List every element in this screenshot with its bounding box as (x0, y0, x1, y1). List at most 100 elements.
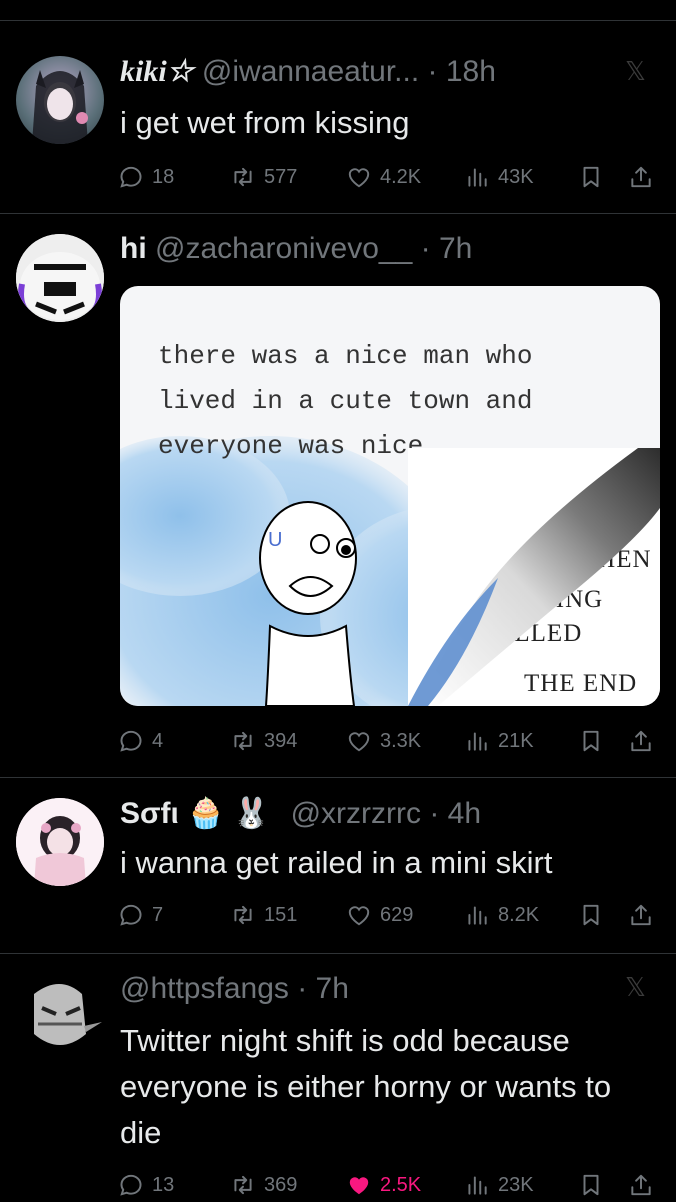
reply-icon (118, 902, 144, 928)
reply-count: 18 (152, 165, 175, 188)
tweet-actions: 13 369 2.5K 23K (118, 1168, 658, 1202)
share-button[interactable] (628, 160, 654, 194)
share-icon (628, 728, 654, 754)
tweet-3[interactable]: Sσfι 🧁 🐰 @xrzrzrrc · 4h i wanna get rail… (0, 778, 676, 952)
avatar[interactable] (16, 56, 104, 144)
timestamp[interactable]: · 7h (421, 232, 473, 265)
views-button[interactable]: 23K (464, 1168, 534, 1202)
tweet-actions: 7 151 629 8.2K (118, 898, 658, 932)
display-name[interactable]: hi (120, 232, 147, 265)
like-button[interactable]: 3.3K (346, 724, 421, 758)
views-button[interactable]: 43K (464, 160, 534, 194)
tweet-text: i get wet from kissing (120, 105, 410, 140)
tweet-header: hi @zacharonivevo__ · 7h (120, 232, 472, 266)
share-button[interactable] (628, 724, 654, 758)
tweet-actions: 18 577 4.2K 43K (118, 160, 658, 194)
avatar-image (16, 798, 104, 886)
like-count: 4.2K (380, 165, 422, 188)
like-count: 629 (380, 903, 414, 926)
share-button[interactable] (628, 898, 654, 932)
grok-icon[interactable]: 𝕏 (625, 56, 646, 87)
retweet-button[interactable]: 369 (230, 1168, 297, 1202)
retweet-icon (230, 902, 256, 928)
bookmark-icon (578, 902, 604, 928)
top-divider (0, 20, 676, 21)
grok-icon[interactable]: 𝕏 (625, 972, 646, 1003)
bookmark-icon (578, 1172, 604, 1198)
retweet-count: 577 (264, 165, 298, 188)
timestamp[interactable]: · 7h (297, 972, 349, 1005)
views-count: 8.2K (498, 903, 540, 926)
retweet-count: 151 (264, 903, 298, 926)
reply-button[interactable]: 7 (118, 898, 163, 932)
retweet-count: 369 (264, 1173, 298, 1196)
like-button[interactable]: 629 (346, 898, 413, 932)
views-count: 43K (498, 165, 534, 188)
tweet-image[interactable]: there was a nice man who lived in a cute… (120, 286, 660, 706)
display-name[interactable]: Sσfι 🧁 🐰 (120, 797, 270, 830)
retweet-button[interactable]: 394 (230, 724, 297, 758)
bookmark-icon (578, 164, 604, 190)
like-icon (346, 728, 372, 754)
reply-count: 13 (152, 1173, 175, 1196)
like-count: 3.3K (380, 729, 422, 752)
avatar[interactable] (16, 974, 104, 1062)
handle[interactable]: @zacharonivevo__ (155, 232, 412, 265)
bookmark-icon (578, 728, 604, 754)
reply-button[interactable]: 18 (118, 160, 174, 194)
bookmark-button[interactable] (578, 160, 604, 194)
tweet-actions: 4 394 3.3K 21K (118, 724, 658, 758)
share-icon (628, 164, 654, 190)
retweet-icon (230, 728, 256, 754)
avatar[interactable] (16, 234, 104, 322)
views-icon (464, 902, 490, 928)
timestamp[interactable]: · 4h (429, 797, 481, 830)
page-curl: ND THEN UCKING KILLED THE END (408, 448, 660, 706)
like-icon (346, 1172, 372, 1198)
avatar-image (16, 234, 104, 322)
tweet-2[interactable]: hi @zacharonivevo__ · 7h there was a nic… (0, 214, 676, 776)
share-icon (628, 902, 654, 928)
like-icon (346, 164, 372, 190)
views-icon (464, 164, 490, 190)
bookmark-button[interactable] (578, 724, 604, 758)
tweet-text: Twitter night shift is odd because every… (120, 1023, 612, 1150)
views-count: 21K (498, 729, 534, 752)
share-button[interactable] (628, 1168, 654, 1202)
tweet-header: Sσfι 🧁 🐰 @xrzrzrrc · 4h (120, 796, 481, 831)
bookmark-button[interactable] (578, 898, 604, 932)
views-icon (464, 1172, 490, 1198)
bookmark-button[interactable] (578, 1168, 604, 1202)
reply-icon (118, 164, 144, 190)
retweet-icon (230, 1172, 256, 1198)
views-button[interactable]: 21K (464, 724, 534, 758)
tweet-text: i wanna get railed in a mini skirt (120, 845, 553, 880)
reply-button[interactable]: 13 (118, 1168, 174, 1202)
retweet-count: 394 (264, 729, 298, 752)
tweet-header: @httpsfangs · 7h (120, 972, 349, 1006)
reply-count: 7 (152, 903, 164, 926)
like-icon (346, 902, 372, 928)
views-button[interactable]: 8.2K (464, 898, 539, 932)
reply-icon (118, 1172, 144, 1198)
avatar-image (16, 974, 104, 1062)
share-icon (628, 1172, 654, 1198)
reply-count: 4 (152, 729, 164, 752)
like-button[interactable]: 2.5K (346, 1168, 421, 1202)
avatar[interactable] (16, 798, 104, 886)
retweet-icon (230, 164, 256, 190)
tweet-4[interactable]: @httpsfangs · 7h 𝕏 Twitter night shift i… (0, 954, 676, 1200)
retweet-button[interactable]: 577 (230, 160, 297, 194)
display-name[interactable]: kiki☆ (120, 55, 194, 88)
views-count: 23K (498, 1173, 534, 1196)
tweet-header: kiki☆ @iwannaeatur... · 18h (120, 54, 496, 89)
reply-button[interactable]: 4 (118, 724, 163, 758)
like-count: 2.5K (380, 1173, 422, 1196)
retweet-button[interactable]: 151 (230, 898, 297, 932)
handle[interactable]: @httpsfangs (120, 972, 289, 1005)
like-button[interactable]: 4.2K (346, 160, 421, 194)
handle[interactable]: @iwannaeatur... (202, 55, 419, 88)
timestamp[interactable]: · 18h (428, 55, 496, 88)
handle[interactable]: @xrzrzrrc (291, 797, 421, 830)
tweet-1[interactable]: kiki☆ @iwannaeatur... · 18h 𝕏 i get wet … (0, 30, 676, 215)
